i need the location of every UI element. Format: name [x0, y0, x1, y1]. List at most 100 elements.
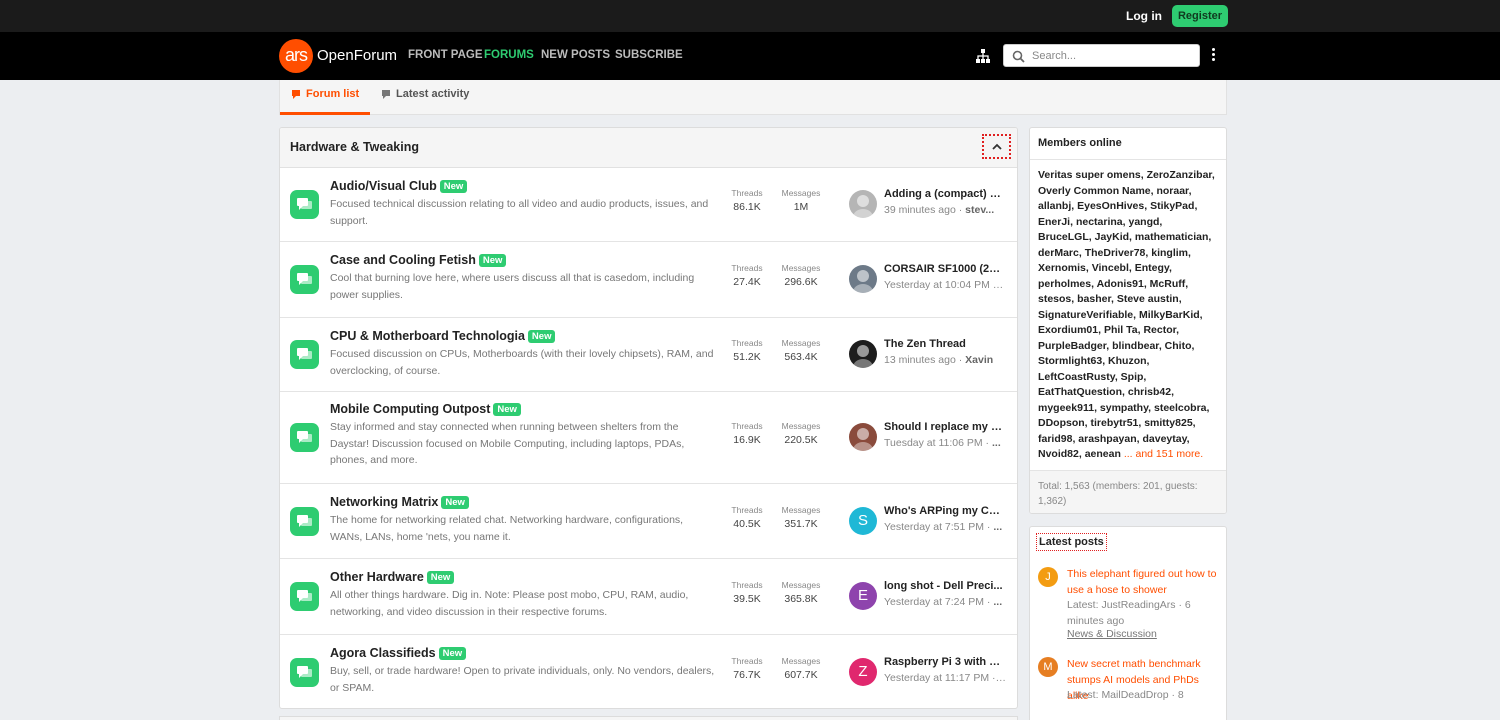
member-link[interactable]: EatThatQuestion [1038, 386, 1122, 398]
member-link[interactable]: Xernomis [1038, 262, 1086, 274]
last-post-user[interactable]: ... [999, 279, 1006, 291]
nav-front-page[interactable]: FRONT PAGE [408, 49, 483, 61]
ars-logo[interactable]: ars [279, 39, 313, 73]
member-link[interactable]: Spip [1121, 371, 1144, 383]
last-post-time[interactable]: 39 minutes ago [884, 204, 956, 216]
member-link[interactable]: Khuzon [1108, 355, 1147, 367]
last-post-title[interactable]: CORSAIR SF1000 (20... [884, 263, 1004, 275]
member-link[interactable]: blindbear [1112, 340, 1159, 352]
forum-node-title[interactable]: CPU & Motherboard Technologia New [330, 329, 556, 343]
member-link[interactable]: arashpayan [1078, 433, 1136, 445]
member-link[interactable]: chrisb42 [1128, 386, 1171, 398]
nav-new-posts[interactable]: NEW POSTS [541, 49, 610, 61]
member-link[interactable]: BruceLGL [1038, 231, 1089, 243]
member-link[interactable]: Veritas super omens [1038, 169, 1141, 181]
member-link[interactable]: nectarina [1076, 216, 1123, 228]
member-link[interactable]: Overly Common Name [1038, 185, 1151, 197]
member-link[interactable]: tirebytr51 [1091, 417, 1139, 429]
last-post-title[interactable]: The Zen Thread [884, 338, 1004, 350]
member-link[interactable]: PurpleBadger [1038, 340, 1106, 352]
member-link[interactable]: Vincebl [1092, 262, 1129, 274]
member-link[interactable]: aenean [1085, 448, 1121, 460]
latest-post-forum-link[interactable]: News & Discussion [1067, 628, 1157, 640]
member-link[interactable]: McRuff [1150, 278, 1186, 290]
register-button[interactable]: Register [1172, 5, 1228, 27]
last-post-time[interactable]: Yesterday at 7:51 PM [884, 521, 984, 533]
forum-node-title[interactable]: Audio/Visual Club New [330, 179, 468, 193]
last-post-title[interactable]: Adding a (compact) s... [884, 188, 1004, 200]
last-post-user[interactable]: stev... [965, 204, 994, 216]
last-post-user[interactable]: ... [993, 521, 1002, 533]
member-link[interactable]: derMarc [1038, 247, 1079, 259]
last-post-title[interactable]: Should I replace my G... [884, 421, 1004, 433]
member-link[interactable]: farid98 [1038, 433, 1072, 445]
member-link[interactable]: Adonis91 [1097, 278, 1144, 290]
latest-post-title[interactable]: This elephant figured out how to use a h… [1067, 566, 1223, 598]
member-link[interactable]: Rector [1143, 324, 1176, 336]
last-post-user[interactable]: Xavin [965, 354, 993, 366]
collapse-toggle[interactable] [982, 134, 1011, 159]
member-link[interactable]: Chito [1165, 340, 1192, 352]
member-link[interactable]: TheDriver78 [1085, 247, 1146, 259]
last-post-time[interactable]: Yesterday at 10:04 PM [884, 279, 990, 291]
member-link[interactable]: Entegy [1135, 262, 1169, 274]
avatar[interactable] [849, 265, 877, 293]
member-link[interactable]: stesos [1038, 293, 1071, 305]
member-link[interactable]: Nvoid82 [1038, 448, 1079, 460]
member-link[interactable]: steelcobra [1154, 402, 1207, 414]
member-link[interactable]: smitty825 [1144, 417, 1192, 429]
last-post-user[interactable]: ... [998, 672, 1006, 684]
latest-posts-title[interactable]: Latest posts [1036, 533, 1107, 551]
member-link[interactable]: mygeek911 [1038, 402, 1094, 414]
avatar[interactable]: Z [849, 658, 877, 686]
member-link[interactable]: basher [1077, 293, 1111, 305]
avatar[interactable] [849, 423, 877, 451]
member-link[interactable]: JayKid [1095, 231, 1129, 243]
member-link[interactable]: MilkyBarKid [1139, 309, 1200, 321]
sitemap-icon[interactable] [975, 48, 991, 64]
member-link[interactable]: noraar [1156, 185, 1188, 197]
forum-node-title[interactable]: Agora Classifieds New [330, 646, 467, 660]
category-title[interactable]: Hardware & Tweaking [290, 140, 419, 154]
forum-node-title[interactable]: Mobile Computing Outpost New [330, 402, 521, 416]
last-post-user[interactable]: ... [992, 437, 1001, 449]
avatar[interactable] [849, 340, 877, 368]
last-post-time[interactable]: Yesterday at 11:17 PM [884, 672, 989, 684]
avatar[interactable]: E [849, 582, 877, 610]
last-post-time[interactable]: Tuesday at 11:06 PM [884, 437, 983, 449]
avatar[interactable]: S [849, 507, 877, 535]
forum-node-title[interactable]: Case and Cooling Fetish New [330, 253, 507, 267]
avatar[interactable]: J [1038, 567, 1058, 587]
tab-forum-list[interactable]: Forum list [292, 88, 359, 100]
login-link[interactable]: Log in [1126, 9, 1162, 23]
tab-latest-activity[interactable]: Latest activity [382, 88, 469, 100]
last-post-title[interactable]: Raspberry Pi 3 with c... [884, 656, 1004, 668]
member-link[interactable]: perholmes [1038, 278, 1091, 290]
last-post-title[interactable]: Who's ARPing my Ca... [884, 505, 1004, 517]
member-link[interactable]: DDopson [1038, 417, 1085, 429]
openforum-logo-text[interactable]: OpenForum [317, 47, 397, 64]
more-menu-icon[interactable] [1212, 48, 1216, 62]
nav-forums[interactable]: FORUMS [484, 49, 534, 61]
last-post-time[interactable]: 13 minutes ago [884, 354, 956, 366]
member-link[interactable]: LeftCoastRusty [1038, 371, 1115, 383]
member-link[interactable]: SignatureVerifiable [1038, 309, 1133, 321]
member-link[interactable]: Phil Ta [1104, 324, 1138, 336]
member-link[interactable]: ZeroZanzibar [1147, 169, 1212, 181]
avatar[interactable]: M [1038, 657, 1058, 677]
member-link[interactable]: sympathy [1100, 402, 1148, 414]
member-link[interactable]: EnerJi [1038, 216, 1070, 228]
search-input[interactable]: Search... [1003, 44, 1200, 67]
more-members-link[interactable]: ... and 151 more. [1124, 448, 1203, 460]
nav-subscribe[interactable]: SUBSCRIBE [615, 49, 683, 61]
last-post-title[interactable]: long shot - Dell Preci... [884, 580, 1004, 592]
member-link[interactable]: EyesOnHives [1077, 200, 1144, 212]
member-link[interactable]: daveytay [1143, 433, 1187, 445]
forum-node-title[interactable]: Networking Matrix New [330, 495, 469, 509]
member-link[interactable]: kinglim [1151, 247, 1188, 259]
avatar[interactable] [849, 190, 877, 218]
member-link[interactable]: allanbj [1038, 200, 1071, 212]
member-link[interactable]: yangd [1128, 216, 1159, 228]
member-link[interactable]: mathematician [1135, 231, 1209, 243]
member-link[interactable]: StikyPad [1150, 200, 1194, 212]
